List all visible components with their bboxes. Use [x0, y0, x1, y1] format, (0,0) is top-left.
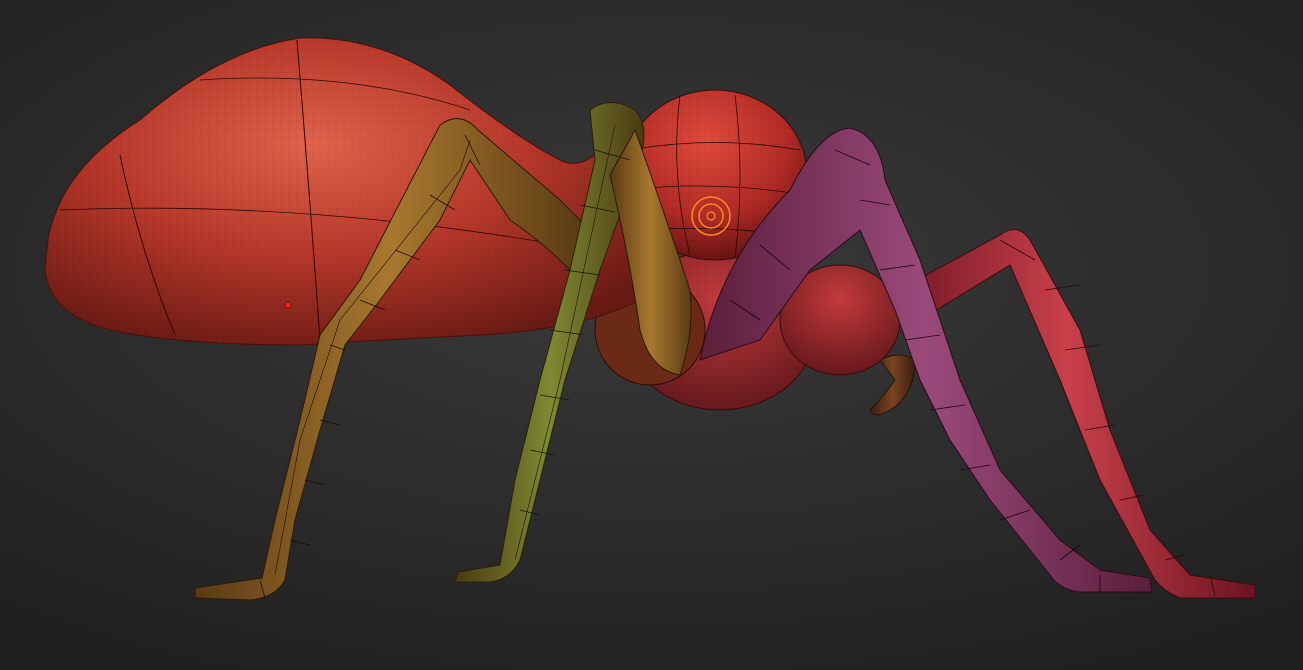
sculpt-viewport[interactable] [0, 0, 1303, 670]
leg-rear-right[interactable] [878, 229, 1256, 599]
abdomen[interactable] [44, 37, 641, 346]
ant-model[interactable] [0, 0, 1303, 670]
marker-point-icon [284, 301, 292, 309]
